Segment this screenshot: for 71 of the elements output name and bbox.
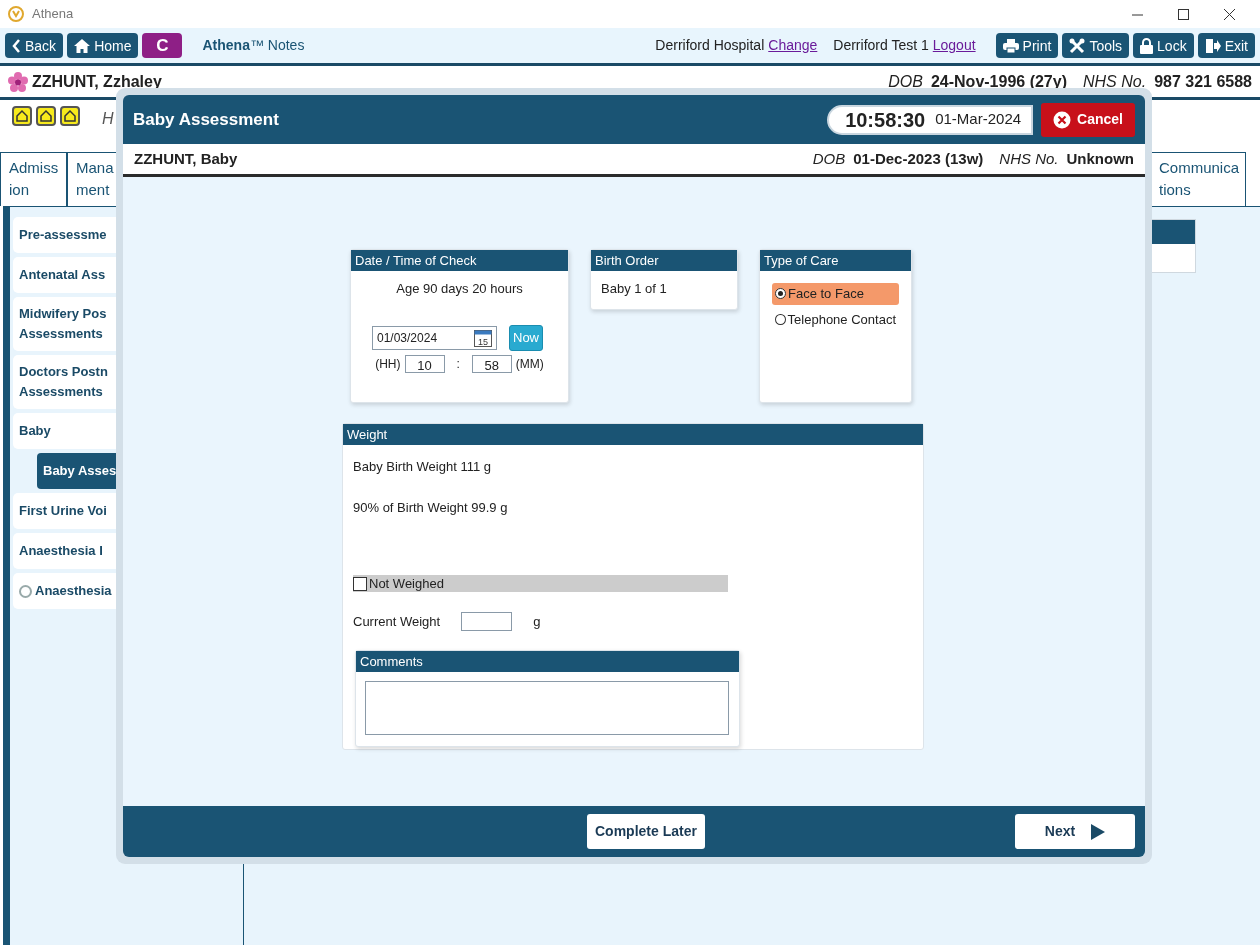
card-header: Type of Care [760,250,911,271]
card-header: Date / Time of Check [351,250,568,271]
lock-icon [1140,37,1154,54]
tab[interactable]: Communica tions [1150,152,1246,206]
dob-value: 01-Dec-2023 (13w) [853,148,984,169]
date-field[interactable]: 01/03/2024 15 [372,325,497,350]
alert-icon [12,106,32,126]
close-icon [1223,8,1235,20]
percent-weight-text: 90% of Birth Weight 99.9 g [353,498,509,517]
comments-field[interactable] [365,680,729,735]
hospital-name: Derriford Hospital [655,36,765,55]
card-header: Birth Order [591,250,737,271]
nhs-label: NHS No. [999,148,1059,169]
nhs-number: 987 321 6588 [1154,71,1252,92]
toolbar-button[interactable]: Print [995,33,1059,58]
patient-name: ZZHUNT, Zzhaley [32,71,162,92]
change-link[interactable]: Change [768,35,818,56]
flower-icon [8,71,28,92]
item-label: Anaesthesia [35,582,112,600]
dob-label: DOB [812,148,846,169]
unit-label: g [533,613,541,631]
toolbar-button[interactable]: Tools [1062,33,1130,58]
cancel-button[interactable]: Cancel [1041,102,1135,137]
next-button[interactable]: Next [1015,814,1135,849]
weight-field[interactable] [461,612,513,632]
birth-order-text: Baby 1 of 1 [601,280,668,298]
play-icon [1091,823,1106,840]
minutes-field[interactable]: 58 [471,354,512,373]
c-button[interactable]: C [142,33,183,58]
calendar-icon: 15 [474,328,492,347]
app-name: Athena™ Notes [202,36,305,55]
tab[interactable]: Admiss ion [0,152,67,206]
toolbar-button[interactable]: Exit [1197,33,1255,58]
age-text: Age 90 days 20 hours [395,280,524,298]
minutes-label: (MM) [515,355,544,373]
printer-icon [1002,38,1019,53]
date-value: 01/03/2024 [377,329,439,347]
back-icon [12,38,21,53]
nav-button[interactable]: Back [5,33,64,58]
dialog-title: Baby Assessment [133,108,279,131]
radio-button[interactable] [19,584,32,598]
dob-label: DOB [888,71,923,92]
clock-date: 01-Mar-2024 [935,109,1022,130]
current-weight-label: Current Weight [353,613,441,631]
not-weighed-checkbox[interactable]: Not Weighed [353,575,728,592]
exit-icon [1204,37,1221,54]
complete-later-button[interactable]: Complete Later [587,814,705,849]
alert-icon [60,106,80,126]
nhs-number: Unknown [1066,148,1134,169]
hours-field[interactable]: 10 [404,354,445,373]
window-title: Athena [32,5,74,24]
home-icon [74,38,91,53]
nhs-label: NHS No. [1083,71,1147,92]
panel-header: Weight [343,424,923,445]
logout-link[interactable]: Logout [932,35,976,56]
radio-option[interactable]: Telephone Contact [772,308,899,330]
alert-icon [36,106,56,126]
nav-button[interactable]: Home [67,33,139,58]
birth-weight-text: Baby Birth Weight 111 g [353,458,493,476]
time-separator: : [456,355,460,373]
clock-time: 10:58:30 [845,107,926,133]
close-icon [1053,110,1072,129]
app-logo-icon [8,6,24,22]
radio-option[interactable]: Face to Face [772,283,899,305]
maximize-icon [1177,8,1189,20]
card-header: Comments [356,650,739,672]
tools-icon [1069,37,1086,54]
toolbar-button[interactable]: Lock [1133,33,1194,58]
hours-label: (HH) [375,355,401,373]
user-name: Derriford Test 1 [833,36,929,55]
header-note: H [102,109,114,129]
